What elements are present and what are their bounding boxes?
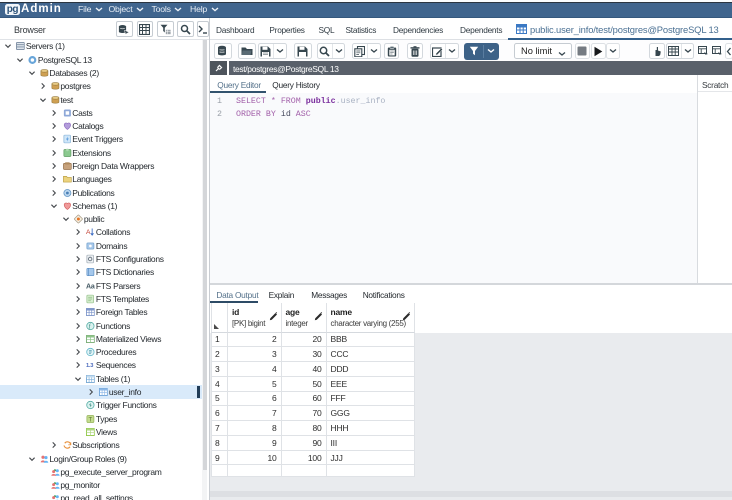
svg-text:A: A	[86, 230, 91, 237]
svg-text:Aa: Aa	[86, 283, 95, 290]
svg-text:1.3: 1.3	[86, 364, 93, 370]
